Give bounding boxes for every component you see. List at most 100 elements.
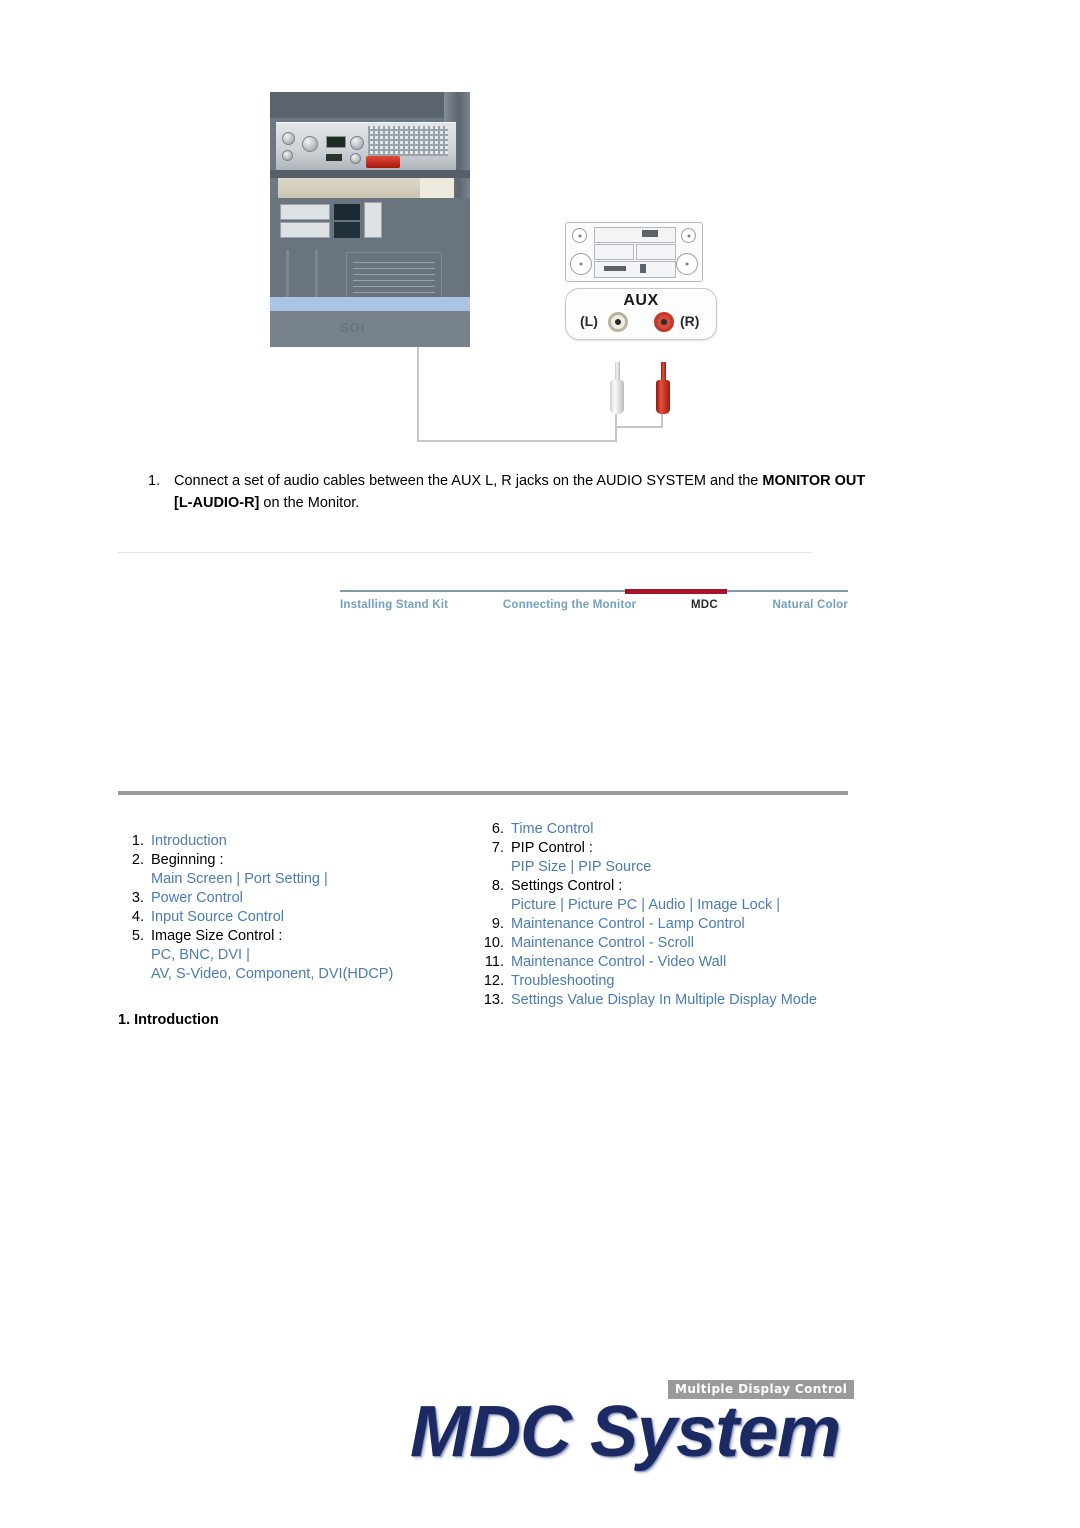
photo-sticker	[334, 222, 360, 238]
toc-item-beginning: 2. Beginning :	[118, 851, 458, 870]
photo-base	[270, 311, 470, 347]
toc-number: 11.	[484, 954, 504, 970]
nav-item-installing-stand-kit[interactable]: Installing Stand Kit	[340, 599, 448, 611]
toc-label-pip-control: PIP Control :	[511, 840, 593, 856]
photo-port-dark	[326, 136, 346, 148]
toc-link-maintenance-video-wall[interactable]: Maintenance Control - Video Wall	[511, 953, 898, 972]
toc-item-input-source-control: 4. Input Source Control	[118, 908, 458, 927]
toc-link-maintenance-lamp-control[interactable]: Maintenance Control - Lamp Control	[511, 915, 898, 934]
toc-label-image-size-control: Image Size Control :	[151, 928, 283, 944]
nav-rule	[340, 590, 848, 592]
deck-bay	[594, 244, 634, 260]
white-rca-connector-icon	[610, 362, 624, 414]
toc-link-pc-bnc-dvi[interactable]: PC, BNC, DVI	[151, 947, 242, 963]
nav-item-mdc[interactable]: MDC	[691, 599, 718, 611]
toc-number: 4.	[131, 909, 144, 925]
toc-sublinks-image-size-1: PC, BNC, DVI |	[151, 947, 250, 963]
toc-item-introduction: 1. Introduction	[118, 832, 458, 851]
toc-item-scroll: 10. Maintenance Control - Scroll	[478, 934, 898, 953]
toc-link-av-svideo-component-dvihdcp[interactable]: AV, S-Video, Component, DVI(HDCP)	[151, 966, 393, 982]
photo-knob	[302, 136, 318, 152]
toc-number: 13.	[483, 992, 504, 1008]
toc-item-settings-value-display: 13. Settings Value Display In Multiple D…	[478, 991, 898, 1010]
toc-link-settings-value-display[interactable]: Settings Value Display In Multiple Displ…	[511, 991, 898, 1010]
toc-item-power-control: 3. Power Control	[118, 889, 458, 908]
toc-number: 7.	[491, 840, 504, 856]
toc-right-column: 6. Time Control 7. PIP Control : PIP Siz…	[478, 820, 898, 1010]
toc-link-picture[interactable]: Picture	[511, 897, 556, 913]
nav-item-natural-color[interactable]: Natural Color	[773, 599, 848, 611]
toc-item-troubleshooting: 12. Troubleshooting	[478, 972, 898, 991]
toc-number: 9.	[491, 916, 504, 932]
aux-panel-title: AUX	[623, 292, 659, 309]
photo-sticker	[280, 222, 330, 238]
toc-link-picture-pc[interactable]: Picture PC	[568, 897, 637, 913]
toc-item-image-size-control: 5. Image Size Control :	[118, 927, 458, 946]
aux-left-label: (L)	[580, 313, 598, 329]
step-text: Connect a set of audio cables between th…	[174, 470, 868, 514]
toc-link-port-setting[interactable]: Port Setting	[244, 871, 320, 887]
toc-link-power-control[interactable]: Power Control	[151, 889, 458, 908]
section-heading-introduction: 1. Introduction	[118, 1012, 219, 1028]
toc-number: 10.	[483, 935, 504, 951]
instruction-step: 1. Connect a set of audio cables between…	[148, 470, 868, 514]
photo-knob	[350, 136, 364, 150]
nav-active-indicator	[625, 589, 727, 594]
deck-display	[604, 266, 626, 271]
connection-diagram: SOI AUX (L) (R)	[0, 0, 1080, 460]
photo-knob	[282, 132, 295, 145]
photo-bezel-top	[270, 92, 470, 118]
deck-spool-icon	[681, 228, 696, 243]
toc-number: 8.	[491, 878, 504, 894]
aux-left-jack-icon	[608, 312, 628, 332]
photo-knob	[350, 153, 361, 164]
aux-jack-panel: AUX (L) (R)	[565, 288, 717, 340]
toc-link-main-screen[interactable]: Main Screen	[151, 871, 232, 887]
step-text-tail: on the Monitor.	[259, 495, 360, 511]
step-text-lead: Connect a set of audio cables between th…	[174, 473, 763, 489]
deck-bay	[636, 244, 676, 260]
toc-item-time-control: 6. Time Control	[478, 820, 898, 839]
toc-number: 2.	[131, 852, 144, 868]
step-number: 1.	[148, 473, 161, 489]
photo-shelf	[270, 170, 470, 178]
deck-spool-icon	[570, 253, 592, 275]
deck-spool-icon	[572, 228, 587, 243]
toc-link-image-lock[interactable]: Image Lock	[697, 897, 772, 913]
photo-blue-band	[270, 297, 470, 311]
banner-divider	[118, 791, 848, 795]
toc-number: 1.	[131, 833, 144, 849]
photo-knob	[282, 150, 293, 161]
toc-number: 6.	[491, 821, 504, 837]
audio-system-device: AUX (L) (R)	[565, 222, 717, 352]
toc-link-maintenance-scroll[interactable]: Maintenance Control - Scroll	[511, 934, 898, 953]
toc-link-input-source-control[interactable]: Input Source Control	[151, 908, 458, 927]
toc-item-settings-control: 8. Settings Control :	[478, 877, 898, 896]
photo-spec-plate	[346, 252, 442, 300]
toc-link-pip-source[interactable]: PIP Source	[578, 859, 651, 875]
photo-base-text: SOI	[340, 320, 366, 335]
monitor-rear-panel-photo: SOI	[270, 92, 470, 347]
toc-link-audio[interactable]: Audio	[648, 897, 685, 913]
toc-left-column: 1. Introduction 2. Beginning : Main Scre…	[118, 832, 458, 984]
toc-link-troubleshooting[interactable]: Troubleshooting	[511, 972, 898, 991]
red-rca-connector-icon	[656, 362, 670, 414]
toc-item-pip-control: 7. PIP Control :	[478, 839, 898, 858]
mdc-system-title: MDC System	[410, 1392, 841, 1472]
toc-link-introduction[interactable]: Introduction	[151, 832, 458, 851]
photo-port-dark	[326, 154, 342, 161]
toc-sublinks-settings: Picture | Picture PC | Audio | Image Loc…	[511, 897, 780, 913]
nav-item-connecting-the-monitor[interactable]: Connecting the Monitor	[503, 599, 636, 611]
deck-display	[640, 264, 646, 273]
cable-segment	[661, 414, 663, 426]
photo-sticker	[280, 204, 330, 220]
deck-bay	[594, 227, 676, 243]
section-divider	[118, 552, 812, 553]
audio-deck	[565, 222, 703, 282]
toc-link-time-control[interactable]: Time Control	[511, 820, 898, 839]
toc-link-pip-size[interactable]: PIP Size	[511, 859, 566, 875]
photo-label-strip-highlight	[420, 178, 454, 198]
cable-segment	[417, 440, 617, 442]
deck-spool-icon	[676, 253, 698, 275]
photo-sticker	[364, 202, 382, 238]
